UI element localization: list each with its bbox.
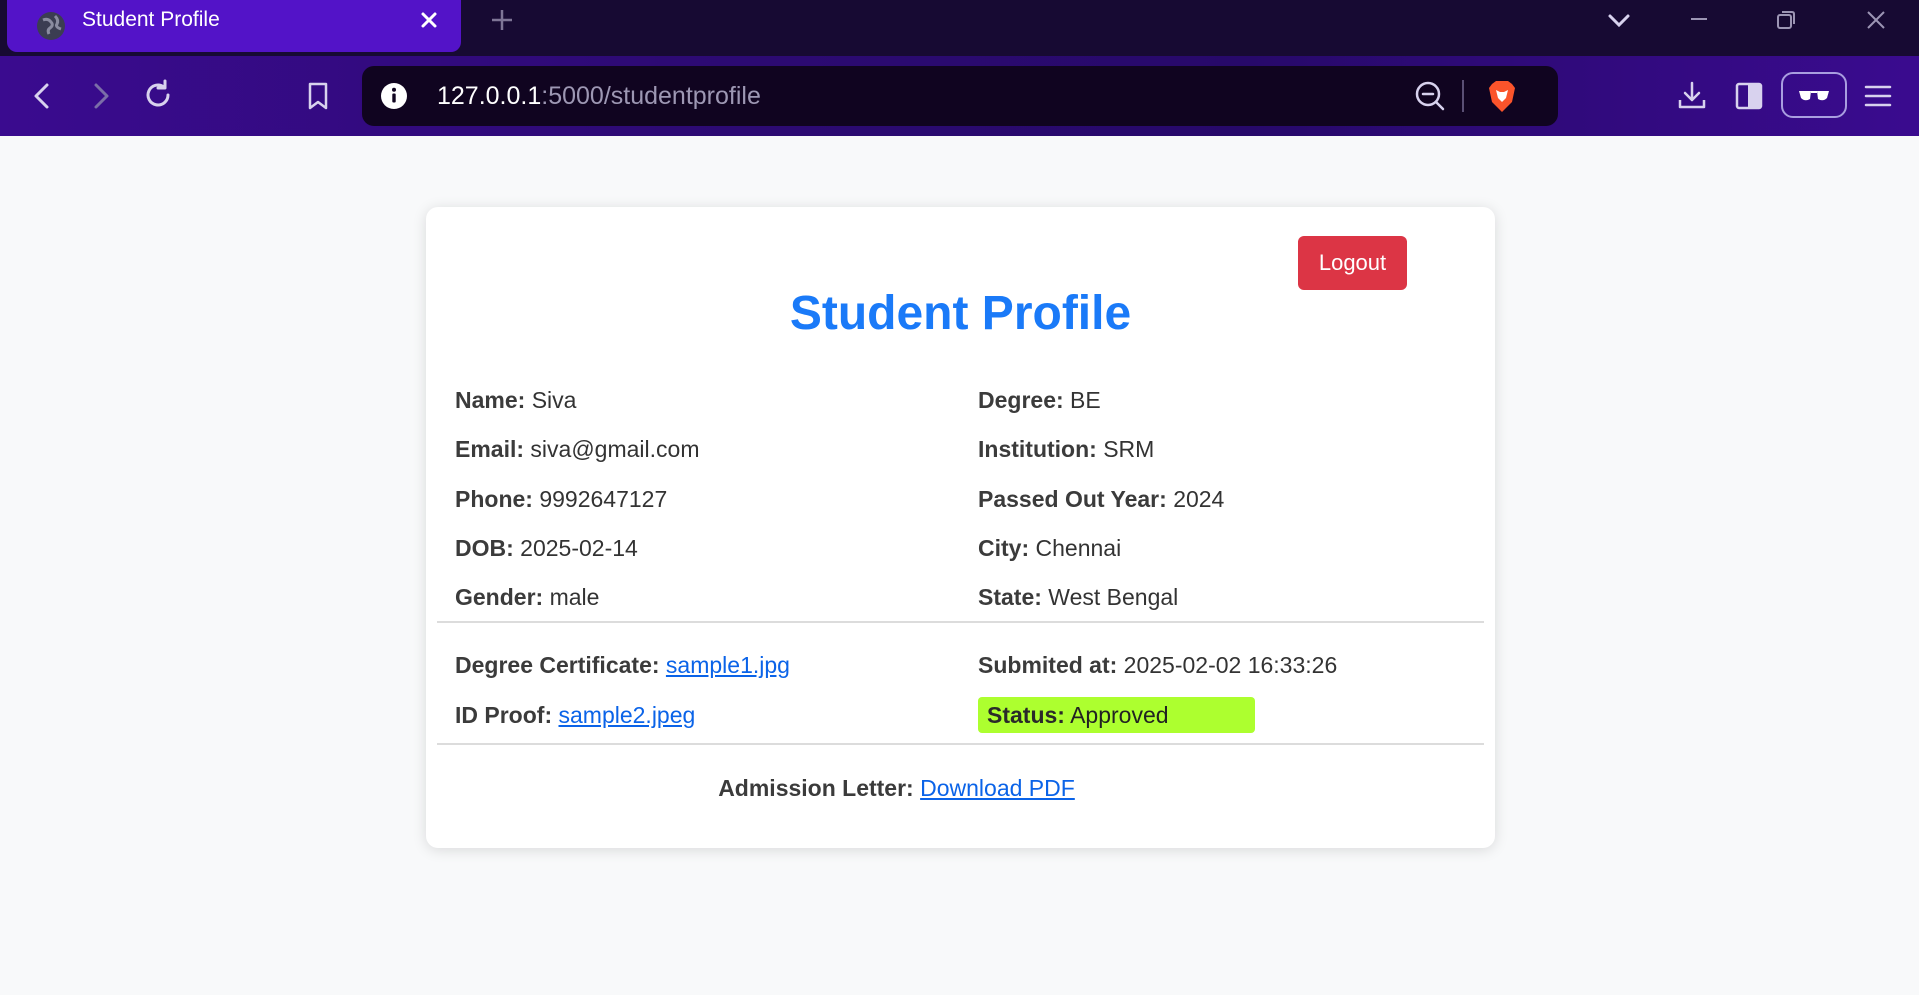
forward-icon[interactable] (80, 76, 120, 116)
field-value: 9992647127 (539, 486, 668, 512)
minimize-icon[interactable] (1683, 4, 1715, 36)
field-label: Passed Out Year: (978, 486, 1167, 512)
field-value: 2025-02-02 16:33:26 (1123, 652, 1338, 678)
field-value: 2024 (1173, 486, 1225, 512)
field-label: State: (978, 584, 1042, 610)
tab-title: Student Profile (82, 8, 220, 31)
degree-certificate-field: Degree Certificate: sample1.jpg (455, 650, 790, 680)
sidebar-icon[interactable] (1729, 76, 1769, 116)
field-label: Name: (455, 387, 526, 413)
status-value: Approved (1070, 702, 1169, 728)
field-label: Institution: (978, 436, 1097, 462)
plus-icon[interactable] (486, 4, 518, 36)
profile-card: Logout Student Profile Name: Siva Email:… (426, 207, 1495, 848)
field-label: Degree: (978, 387, 1064, 413)
url-text[interactable]: 127.0.0.1:5000/studentprofile (437, 66, 761, 126)
field-label: DOB: (455, 535, 514, 561)
id-proof-field: ID Proof: sample2.jpeg (455, 700, 695, 730)
field-label: Admission Letter: (718, 775, 914, 801)
field-label: Email: (455, 436, 525, 462)
close-icon[interactable] (415, 6, 443, 34)
back-icon[interactable] (23, 76, 63, 116)
menu-icon[interactable] (1858, 76, 1898, 116)
reader-mode-button[interactable] (1781, 72, 1847, 118)
page-title: Student Profile (789, 287, 1132, 340)
degree-certificate-link[interactable]: sample1.jpg (666, 652, 790, 678)
zoom-out-icon[interactable] (1412, 78, 1448, 114)
degree-field: Degree: BE (978, 385, 1101, 415)
reload-icon[interactable] (138, 75, 178, 115)
status-label: Status: (987, 702, 1065, 728)
url-host: 127.0.0.1 (437, 82, 542, 110)
window-close-icon[interactable] (1860, 4, 1892, 36)
field-label: City: (978, 535, 1030, 561)
page-body: Logout Student Profile Name: Siva Email:… (0, 136, 1919, 995)
logout-button[interactable]: Logout (1298, 236, 1407, 290)
institution-field: Institution: SRM (978, 434, 1154, 464)
dob-field: DOB: 2025-02-14 (455, 533, 638, 563)
address-bar-separator (1462, 80, 1464, 112)
tab-student-profile[interactable]: Student Profile (7, 0, 461, 52)
navigation-toolbar: 127.0.0.1:5000/studentprofile (0, 56, 1919, 136)
gender-field: Gender: male (455, 582, 599, 612)
url-path: :5000/studentprofile (541, 82, 761, 110)
field-label: Gender: (455, 584, 544, 610)
field-label: ID Proof: (455, 702, 553, 728)
submitted-at-field: Submited at: 2025-02-02 16:33:26 (978, 650, 1337, 680)
chevron-down-icon[interactable] (1603, 4, 1635, 36)
download-icon[interactable] (1672, 76, 1712, 116)
email-field: Email: siva@gmail.com (455, 434, 699, 464)
name-field: Name: Siva (455, 385, 576, 415)
field-value: BE (1070, 387, 1101, 413)
globe-icon (37, 12, 65, 40)
field-value: Chennai (1035, 535, 1122, 561)
field-value: West Bengal (1048, 584, 1179, 610)
brave-shields-icon[interactable] (1482, 76, 1522, 116)
info-icon[interactable] (380, 82, 408, 110)
admission-letter-field: Admission Letter: Download PDF (426, 773, 1495, 803)
address-bar[interactable]: 127.0.0.1:5000/studentprofile (362, 66, 1558, 126)
field-value: 2025-02-14 (520, 535, 638, 561)
reader-glasses-icon (1799, 91, 1829, 101)
field-value: siva@gmail.com (530, 436, 700, 462)
passed-out-year-field: Passed Out Year: 2024 (978, 484, 1224, 514)
bookmark-icon[interactable] (298, 76, 338, 116)
restore-icon[interactable] (1770, 4, 1802, 36)
field-label: Phone: (455, 486, 533, 512)
city-field: City: Chennai (978, 533, 1121, 563)
download-pdf-link[interactable]: Download PDF (920, 775, 1075, 801)
id-proof-link[interactable]: sample2.jpeg (559, 702, 696, 728)
field-value: male (549, 584, 600, 610)
section-divider (437, 743, 1484, 745)
status-badge: Status: Approved (978, 697, 1255, 733)
field-value: Siva (531, 387, 577, 413)
field-value: SRM (1103, 436, 1155, 462)
section-divider (437, 621, 1484, 623)
field-label: Submited at: (978, 652, 1118, 678)
state-field: State: West Bengal (978, 582, 1178, 612)
phone-field: Phone: 9992647127 (455, 484, 667, 514)
tab-strip: Student Profile (0, 0, 1919, 56)
field-label: Degree Certificate: (455, 652, 660, 678)
